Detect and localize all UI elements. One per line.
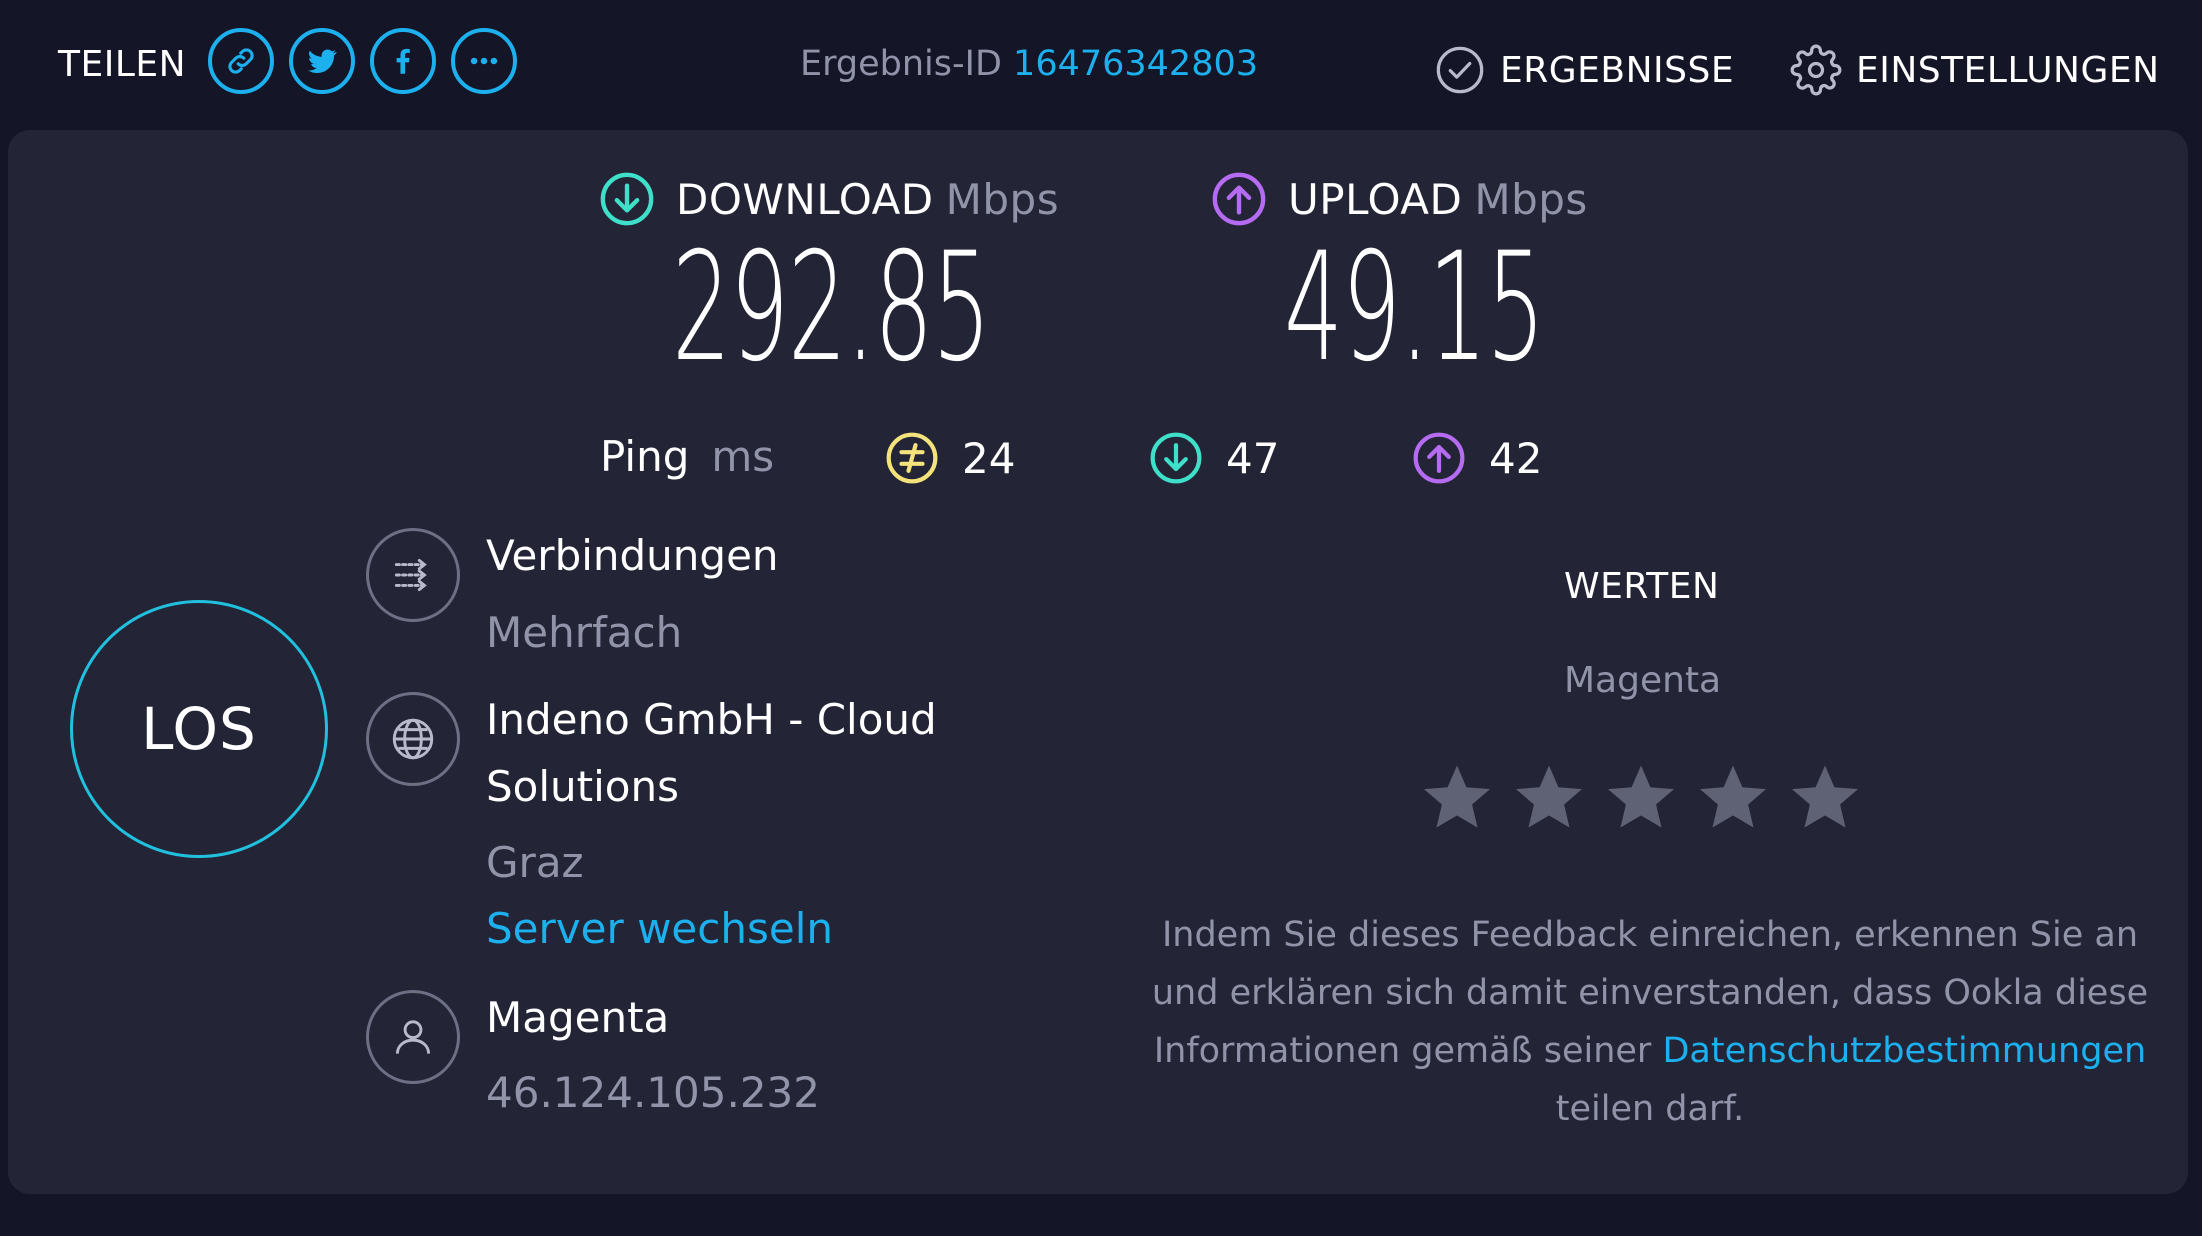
star-rating xyxy=(1420,760,1880,834)
ping-idle-value: 24 xyxy=(962,433,1016,483)
star-1[interactable] xyxy=(1420,760,1494,834)
share-facebook-button[interactable] xyxy=(370,28,436,94)
results-label: ERGEBNISSE xyxy=(1500,49,1735,91)
star-5[interactable] xyxy=(1788,760,1862,834)
result-id-value[interactable]: 16476342803 xyxy=(1013,44,1258,84)
globe-icon xyxy=(392,718,434,760)
isp-name: Magenta xyxy=(486,993,670,1042)
server-name-line2: Solutions xyxy=(486,762,679,811)
ping-upload-value: 42 xyxy=(1489,433,1543,483)
share-twitter-button[interactable] xyxy=(289,28,355,94)
isp-icon xyxy=(366,990,460,1084)
top-bar: TEILEN Ergebnis-ID 16476342803 ERGEBNISS… xyxy=(0,0,2202,130)
ping-download: 47 xyxy=(1148,428,1279,488)
user-icon xyxy=(395,1020,431,1054)
twitter-icon xyxy=(307,49,337,74)
download-value: 292.85 xyxy=(672,221,991,395)
privacy-policy-link[interactable]: Datenschutzbestimmungen xyxy=(1662,1031,2146,1071)
connections-icon xyxy=(366,528,460,622)
upload-unit: Mbps xyxy=(1474,174,1588,224)
star-4[interactable] xyxy=(1696,760,1770,834)
settings-label: EINSTELLUNGEN xyxy=(1856,49,2160,91)
connections-value: Mehrfach xyxy=(486,608,683,657)
go-button-label: LOS xyxy=(141,695,257,763)
upload-arrow-icon xyxy=(1212,172,1266,226)
ping-upload: 42 xyxy=(1411,428,1542,488)
server-location: Graz xyxy=(486,838,584,887)
more-dots-icon xyxy=(470,57,498,65)
facebook-icon xyxy=(396,48,410,74)
result-id-label: Ergebnis-ID xyxy=(800,44,1002,84)
idle-latency-icon xyxy=(886,432,938,484)
rate-isp: Magenta xyxy=(1564,660,1722,701)
link-icon xyxy=(228,48,254,74)
isp-ip: 46.124.105.232 xyxy=(486,1068,820,1117)
star-icon xyxy=(1792,765,1858,828)
star-icon xyxy=(1424,765,1490,828)
connections-title: Verbindungen xyxy=(486,531,779,580)
share-link-button[interactable] xyxy=(208,28,274,94)
multi-connection-icon xyxy=(394,558,427,592)
settings-link[interactable]: EINSTELLUNGEN xyxy=(1790,42,2160,98)
ping-title: Ping xyxy=(600,432,690,481)
upload-label: UPLOAD xyxy=(1288,174,1463,224)
upload-value: 49.15 xyxy=(1284,221,1545,395)
star-3[interactable] xyxy=(1604,760,1678,834)
results-link[interactable]: ERGEBNISSE xyxy=(1434,42,1734,98)
download-unit: Mbps xyxy=(945,174,1060,224)
server-icon xyxy=(366,692,460,786)
download-arrow-icon xyxy=(600,172,654,226)
share-label: TEILEN xyxy=(58,44,187,85)
disclaimer-text-end: teilen darf. xyxy=(1555,1089,1745,1129)
ping-unit: ms xyxy=(711,432,775,481)
star-icon xyxy=(1608,765,1674,828)
server-name-line1: Indeno GmbH - Cloud xyxy=(486,695,937,744)
result-id: Ergebnis-ID 16476342803 xyxy=(800,44,1258,84)
gear-icon xyxy=(1790,44,1842,96)
change-server-link[interactable]: Server wechseln xyxy=(486,904,833,953)
download-label: DOWNLOAD xyxy=(676,174,934,224)
check-circle-icon xyxy=(1436,46,1484,94)
star-icon xyxy=(1516,765,1582,828)
feedback-disclaimer: Indem Sie dieses Feedback einreichen, er… xyxy=(1150,906,2150,1138)
star-2[interactable] xyxy=(1512,760,1586,834)
share-more-button[interactable] xyxy=(451,28,517,94)
rate-title: WERTEN xyxy=(1564,566,1720,607)
download-latency-icon xyxy=(1150,432,1202,484)
go-button[interactable]: LOS xyxy=(70,600,328,858)
ping-download-value: 47 xyxy=(1226,433,1280,483)
ping-idle: 24 xyxy=(884,428,1015,488)
upload-latency-icon xyxy=(1413,432,1465,484)
star-icon xyxy=(1700,765,1766,828)
ping-label: Ping ms xyxy=(600,432,774,481)
